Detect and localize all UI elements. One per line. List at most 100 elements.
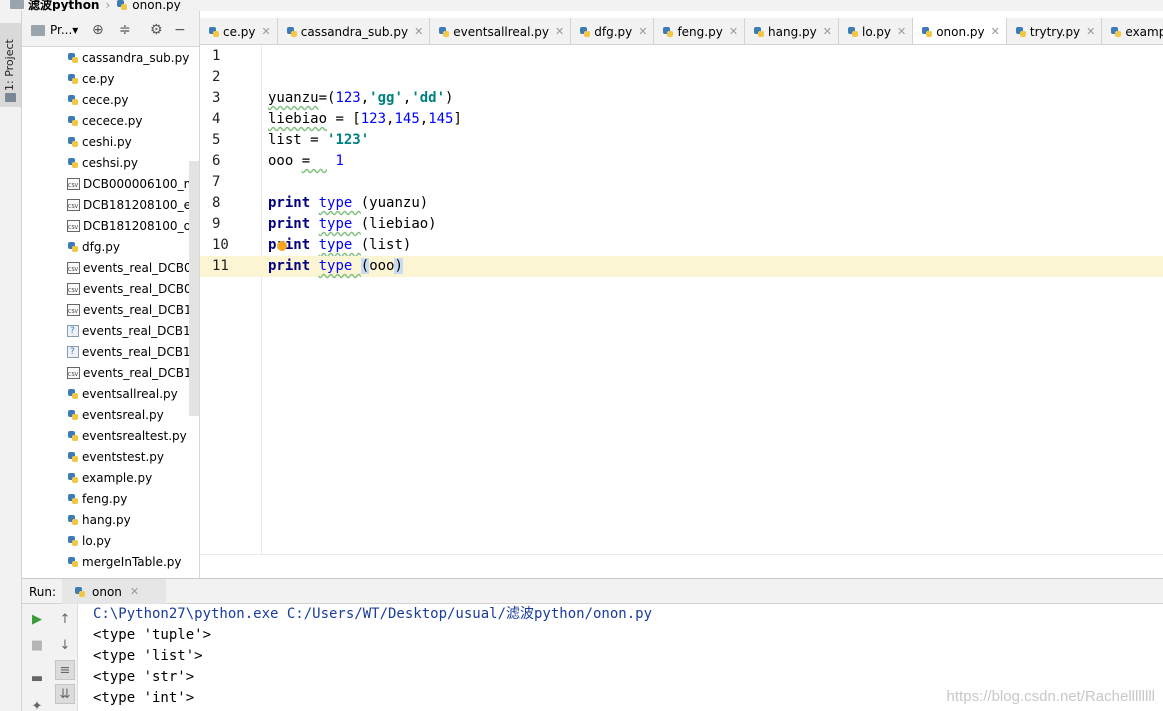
editor-tab-label: examp <box>1125 24 1163 39</box>
unknown-file-icon <box>67 345 79 358</box>
project-tree-item[interactable]: DCB181208100_osc_ <box>22 215 199 236</box>
project-tree-item[interactable]: eventsreal.py <box>22 404 199 425</box>
gear-icon[interactable]: ⚙ <box>150 22 163 38</box>
project-tree-item[interactable]: DCB000006100_mea <box>22 173 199 194</box>
python-file-icon <box>67 136 79 148</box>
python-file-icon <box>67 535 79 547</box>
project-tree-item-label: eventsrealtest.py <box>82 428 187 443</box>
project-tree-item[interactable]: ceshi.py <box>22 131 199 152</box>
run-toolbar: ▶ ↑ ■ ↓ ▬ ≡ ⇊ ✦ <box>22 604 78 711</box>
editor-tab-label: eventsallreal.py <box>453 24 550 39</box>
editor-tab-bar: ce.py ✕ cassandra_sub.py ✕ eventsallreal.py ✕… <box>200 18 1163 45</box>
project-tree-item[interactable]: eventsrealtest.py <box>22 425 199 446</box>
close-icon[interactable]: ✕ <box>262 25 271 38</box>
project-tree-item[interactable]: cece.py <box>22 89 199 110</box>
project-tree-item-label: example.py <box>82 470 153 485</box>
stop-icon[interactable]: ■ <box>27 635 47 655</box>
pin-icon[interactable]: ✦ <box>27 696 47 711</box>
project-tree-item-label: events_real_DCB0000 <box>83 260 199 275</box>
run-config-tab[interactable]: onon ✕ <box>62 579 166 604</box>
arrow-down-icon[interactable]: ↓ <box>55 635 75 655</box>
project-tree-item[interactable]: eventsallreal.py <box>22 383 199 404</box>
project-tree-item[interactable]: hang.py <box>22 509 199 530</box>
close-icon[interactable]: ✕ <box>991 25 1000 38</box>
scrollbar[interactable] <box>189 161 199 416</box>
close-icon[interactable]: ✕ <box>130 585 139 598</box>
project-tree-item[interactable]: ce.py <box>22 68 199 89</box>
locate-icon[interactable]: ⊕ <box>92 22 104 38</box>
lightbulb-icon[interactable] <box>277 241 287 251</box>
project-tree-item[interactable]: example.py <box>22 467 199 488</box>
project-tree-item[interactable]: cassandra_sub.py <box>22 47 199 68</box>
python-file-icon <box>286 26 298 38</box>
project-tree-item-label: ceshsi.py <box>82 155 138 170</box>
scroll-to-end-icon[interactable]: ⇊ <box>55 684 75 704</box>
project-tree-item[interactable]: events_real_DCB1812 <box>22 299 199 320</box>
code-editor[interactable]: 1 2 3 yuanzu=(123,'gg','dd') 4 liebiao = [… <box>200 46 1163 578</box>
editor-tab[interactable]: eventsallreal.py ✕ <box>430 18 572 44</box>
project-tree-item[interactable]: eventstest.py <box>22 446 199 467</box>
project-view-dropdown[interactable]: Pr...▾ <box>50 23 78 37</box>
rerun-icon[interactable]: ▶ <box>27 609 47 629</box>
project-tree-item[interactable]: lo.py <box>22 530 199 551</box>
python-file-icon <box>753 26 765 38</box>
editor-tab[interactable]: hang.py ✕ <box>745 18 839 44</box>
close-icon[interactable]: ✕ <box>414 25 423 38</box>
project-tree-item[interactable]: dfg.py <box>22 236 199 257</box>
arrow-up-icon[interactable]: ↑ <box>55 609 75 629</box>
close-icon[interactable]: ✕ <box>897 25 906 38</box>
close-icon[interactable]: ✕ <box>638 25 647 38</box>
editor-tab[interactable]: onon.py ✕ <box>913 18 1007 44</box>
project-tool-tab-label: 1: Project <box>3 39 16 91</box>
editor-tab[interactable]: trytry.py ✕ <box>1007 18 1103 44</box>
layout-icon[interactable]: ▬ <box>27 668 47 688</box>
project-tree-item-label: ceshi.py <box>82 134 132 149</box>
editor-tab[interactable]: lo.py ✕ <box>839 18 914 44</box>
hide-icon[interactable]: − <box>174 22 186 38</box>
project-tree-item[interactable]: cecece.py <box>22 110 199 131</box>
editor-tab[interactable]: dfg.py ✕ <box>571 18 655 44</box>
python-file-icon <box>67 430 79 442</box>
project-tree-item[interactable]: feng.py <box>22 488 199 509</box>
editor-tab-label: onon.py <box>936 24 985 39</box>
project-tree-item-label: feng.py <box>82 491 128 506</box>
project-tree-item[interactable]: events_real_DCB1812 <box>22 362 199 383</box>
editor-breadcrumb-bar <box>200 554 1163 578</box>
project-tree-item[interactable]: events_real_DCB1812 <box>22 341 199 362</box>
project-tree-item[interactable]: DCB181208100_evts_ <box>22 194 199 215</box>
project-tree-item[interactable]: mergeInTable.py <box>22 551 199 572</box>
python-file-icon <box>438 26 450 38</box>
code-line: 10 print type (list) <box>212 237 412 253</box>
project-tree-item-label: cassandra_sub.py <box>82 50 190 65</box>
python-file-icon <box>67 451 79 463</box>
breadcrumb-project[interactable]: 滤波python <box>28 0 99 11</box>
editor-tab[interactable]: examp <box>1102 18 1163 44</box>
python-file-icon <box>67 73 79 85</box>
project-tool-tab[interactable]: 1: Project <box>0 23 21 107</box>
close-icon[interactable]: ✕ <box>1086 25 1095 38</box>
console-line: <type 'str'> <box>93 669 195 685</box>
project-tree-item[interactable]: events_real_DCB1812 <box>22 320 199 341</box>
python-file-icon <box>67 241 79 253</box>
close-icon[interactable]: ✕ <box>823 25 832 38</box>
csv-file-icon <box>67 198 80 211</box>
close-icon[interactable]: ✕ <box>555 25 564 38</box>
project-tree-item[interactable]: events_real_DCB0000 <box>22 257 199 278</box>
editor-tab-label: cassandra_sub.py <box>300 24 409 39</box>
editor-tab[interactable]: cassandra_sub.py ✕ <box>278 18 431 44</box>
folder-icon <box>31 25 45 36</box>
project-tree-item-label: events_real_DCB0000 <box>83 281 199 296</box>
soft-wrap-icon[interactable]: ≡ <box>55 660 75 680</box>
breadcrumb-file[interactable]: onon.py <box>132 0 180 11</box>
close-icon[interactable]: ✕ <box>729 25 738 38</box>
editor-tab[interactable]: ce.py ✕ <box>200 18 278 44</box>
collapse-all-icon[interactable]: ≑ <box>119 22 131 38</box>
project-tree-item[interactable]: events_real_DCB0000 <box>22 278 199 299</box>
project-tree-item-label: lo.py <box>82 533 111 548</box>
project-tree-item-label: eventsreal.py <box>82 407 164 422</box>
tool-window-strip: 1: Project <box>0 11 22 711</box>
project-tree-item-label: eventstest.py <box>82 449 165 464</box>
editor-tab[interactable]: feng.py ✕ <box>654 18 746 44</box>
project-tree-item[interactable]: ceshsi.py <box>22 152 199 173</box>
code-line: 6 ooo = 1 <box>212 153 344 169</box>
